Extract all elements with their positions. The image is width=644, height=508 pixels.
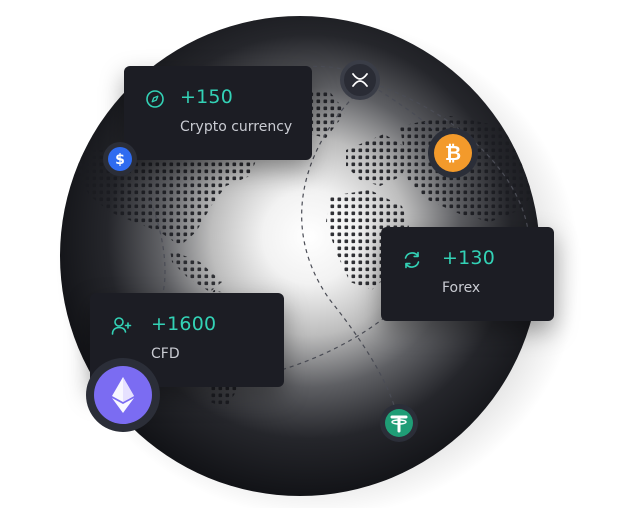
ethereum-icon <box>93 365 153 425</box>
dollar-icon: $ <box>107 146 133 172</box>
tether-icon <box>384 408 414 438</box>
user-add-icon <box>110 315 132 337</box>
xrp-icon <box>350 70 370 90</box>
globe-illustration: +150 Crypto currency +130 Forex +1600 CF… <box>0 0 644 508</box>
svg-text:$: $ <box>115 152 125 168</box>
bitcoin-icon: ₿ <box>433 133 473 173</box>
bitcoin-coin: ₿ <box>428 128 478 178</box>
forex-card: +130 Forex <box>381 227 554 321</box>
crypto-label: Crypto currency <box>180 119 293 135</box>
ethereum-coin <box>86 358 160 432</box>
tether-coin <box>380 404 418 442</box>
refresh-icon <box>401 249 423 271</box>
cfd-value: +1600 <box>151 313 217 335</box>
compass-icon <box>144 88 166 110</box>
crypto-currency-card: +150 Crypto currency <box>124 66 312 160</box>
forex-value: +130 <box>442 247 495 269</box>
crypto-value: +150 <box>180 86 233 108</box>
cfd-label: CFD <box>151 346 180 362</box>
xrp-coin <box>340 60 380 100</box>
forex-label: Forex <box>442 280 481 296</box>
dollar-coin: $ <box>103 142 137 176</box>
svg-text:₿: ₿ <box>445 141 461 165</box>
